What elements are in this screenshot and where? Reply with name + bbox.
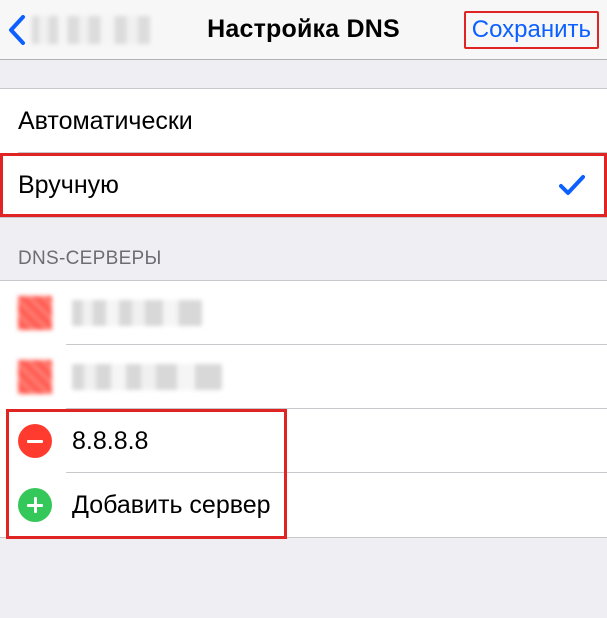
- chevron-left-icon: [8, 15, 26, 45]
- mode-option-manual[interactable]: Вручную: [0, 153, 607, 217]
- minus-icon[interactable]: [18, 424, 52, 458]
- server-ip: 8.8.8.8: [72, 427, 148, 456]
- delete-icon[interactable]: [18, 360, 52, 394]
- dns-mode-group: Автоматически Вручную: [0, 88, 607, 218]
- mode-option-label: Вручную: [18, 171, 119, 200]
- back-label-redacted: [32, 16, 150, 44]
- add-server-label: Добавить сервер: [72, 491, 271, 520]
- server-row-redacted[interactable]: [0, 345, 607, 409]
- servers-section-header: DNS-СЕРВЕРЫ: [0, 218, 607, 280]
- back-button[interactable]: [8, 0, 150, 59]
- server-row-redacted[interactable]: [0, 281, 607, 345]
- delete-icon[interactable]: [18, 296, 52, 330]
- add-server-row[interactable]: Добавить сервер: [0, 473, 607, 537]
- save-button[interactable]: Сохранить: [464, 11, 599, 49]
- dns-servers-group: 8.8.8.8 Добавить сервер: [0, 280, 607, 538]
- server-ip-redacted: [72, 364, 222, 390]
- mode-option-automatic[interactable]: Автоматически: [0, 89, 607, 153]
- mode-option-label: Автоматически: [18, 107, 193, 136]
- nav-header: Настройка DNS Сохранить: [0, 0, 607, 60]
- checkmark-icon: [559, 174, 585, 196]
- plus-icon[interactable]: [18, 488, 52, 522]
- server-row[interactable]: 8.8.8.8: [0, 409, 607, 473]
- page-title: Настройка DNS: [207, 15, 400, 44]
- server-ip-redacted: [72, 300, 202, 326]
